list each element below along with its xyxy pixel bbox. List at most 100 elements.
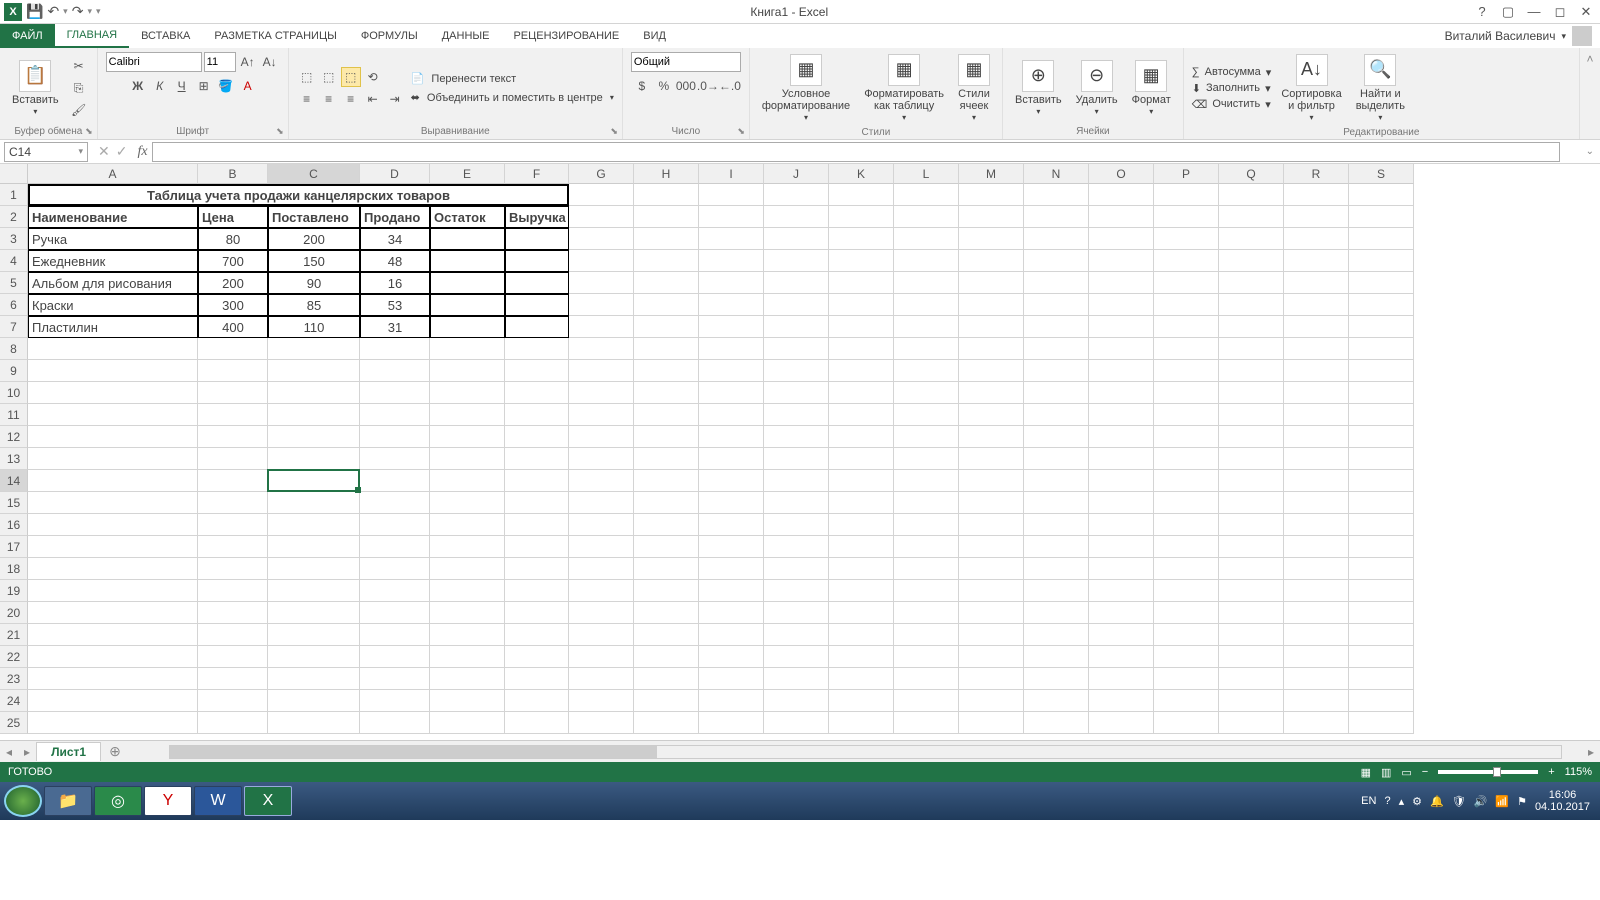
- cell-N25[interactable]: [1024, 712, 1089, 734]
- cell-O14[interactable]: [1089, 470, 1154, 492]
- cell-D8[interactable]: [360, 338, 430, 360]
- thousands-button[interactable]: 000: [676, 76, 696, 96]
- cell-A20[interactable]: [28, 602, 198, 624]
- cell-H23[interactable]: [634, 668, 699, 690]
- cell-F21[interactable]: [505, 624, 569, 646]
- sort-filter-button[interactable]: A↓Сортировка и фильтр▾: [1277, 52, 1345, 125]
- column-header-N[interactable]: N: [1024, 164, 1089, 184]
- cell-J12[interactable]: [764, 426, 829, 448]
- cell-J18[interactable]: [764, 558, 829, 580]
- cell-N8[interactable]: [1024, 338, 1089, 360]
- cell-E3[interactable]: [430, 228, 505, 250]
- cell-E17[interactable]: [430, 536, 505, 558]
- cell-I2[interactable]: [699, 206, 764, 228]
- cell-O20[interactable]: [1089, 602, 1154, 624]
- formula-bar[interactable]: [152, 142, 1560, 162]
- decrease-font-button[interactable]: A↓: [260, 52, 280, 72]
- cell-C9[interactable]: [268, 360, 360, 382]
- cell-C14[interactable]: [268, 470, 360, 492]
- cell-L3[interactable]: [894, 228, 959, 250]
- cell-G18[interactable]: [569, 558, 634, 580]
- cell-P2[interactable]: [1154, 206, 1219, 228]
- zoom-out-button[interactable]: −: [1422, 766, 1428, 778]
- cell-F14[interactable]: [505, 470, 569, 492]
- cell-C18[interactable]: [268, 558, 360, 580]
- cell-P20[interactable]: [1154, 602, 1219, 624]
- cell-P1[interactable]: [1154, 184, 1219, 206]
- cell-R15[interactable]: [1284, 492, 1349, 514]
- cell-K16[interactable]: [829, 514, 894, 536]
- cell-A22[interactable]: [28, 646, 198, 668]
- row-header-2[interactable]: 2: [0, 206, 28, 228]
- cell-B17[interactable]: [198, 536, 268, 558]
- cell-B4[interactable]: 700: [198, 250, 268, 272]
- cell-O6[interactable]: [1089, 294, 1154, 316]
- cell-R12[interactable]: [1284, 426, 1349, 448]
- cell-Q14[interactable]: [1219, 470, 1284, 492]
- tab-view[interactable]: ВИД: [631, 24, 678, 48]
- cell-Q8[interactable]: [1219, 338, 1284, 360]
- cell-R17[interactable]: [1284, 536, 1349, 558]
- cell-C2[interactable]: Поставлено: [268, 206, 360, 228]
- cell-M14[interactable]: [959, 470, 1024, 492]
- cell-L2[interactable]: [894, 206, 959, 228]
- cell-H8[interactable]: [634, 338, 699, 360]
- name-box[interactable]: C14▾: [4, 142, 88, 162]
- decrease-decimal-button[interactable]: ←.0: [720, 76, 740, 96]
- cell-P22[interactable]: [1154, 646, 1219, 668]
- clear-button[interactable]: ⌫ Очистить ▾: [1192, 98, 1272, 111]
- cell-L25[interactable]: [894, 712, 959, 734]
- cell-E12[interactable]: [430, 426, 505, 448]
- cell-O10[interactable]: [1089, 382, 1154, 404]
- cell-L11[interactable]: [894, 404, 959, 426]
- cell-B23[interactable]: [198, 668, 268, 690]
- align-top-button[interactable]: ⬚: [297, 67, 317, 87]
- cell-D11[interactable]: [360, 404, 430, 426]
- cell-B3[interactable]: 80: [198, 228, 268, 250]
- cell-H20[interactable]: [634, 602, 699, 624]
- increase-font-button[interactable]: A↑: [238, 52, 258, 72]
- cell-F20[interactable]: [505, 602, 569, 624]
- cell-I4[interactable]: [699, 250, 764, 272]
- column-header-G[interactable]: G: [569, 164, 634, 184]
- cell-K18[interactable]: [829, 558, 894, 580]
- cell-A12[interactable]: [28, 426, 198, 448]
- cell-P8[interactable]: [1154, 338, 1219, 360]
- cell-S3[interactable]: [1349, 228, 1414, 250]
- align-right-button[interactable]: ≡: [341, 89, 361, 109]
- tab-data[interactable]: ДАННЫЕ: [430, 24, 502, 48]
- cell-Q7[interactable]: [1219, 316, 1284, 338]
- cell-N16[interactable]: [1024, 514, 1089, 536]
- cell-Q2[interactable]: [1219, 206, 1284, 228]
- cell-E8[interactable]: [430, 338, 505, 360]
- increase-decimal-button[interactable]: .0→: [698, 76, 718, 96]
- cell-L16[interactable]: [894, 514, 959, 536]
- conditional-formatting-button[interactable]: ▦Условное форматирование▾: [758, 52, 854, 125]
- tray-icon-1[interactable]: ⚙: [1412, 795, 1422, 808]
- cell-C19[interactable]: [268, 580, 360, 602]
- cell-Q18[interactable]: [1219, 558, 1284, 580]
- delete-cells-button[interactable]: ⊖Удалить▾: [1072, 58, 1122, 119]
- cell-G1[interactable]: [569, 184, 634, 206]
- cell-A23[interactable]: [28, 668, 198, 690]
- cell-M10[interactable]: [959, 382, 1024, 404]
- cell-H3[interactable]: [634, 228, 699, 250]
- cell-F7[interactable]: [505, 316, 569, 338]
- cell-N12[interactable]: [1024, 426, 1089, 448]
- cell-R10[interactable]: [1284, 382, 1349, 404]
- cell-D4[interactable]: 48: [360, 250, 430, 272]
- cell-R8[interactable]: [1284, 338, 1349, 360]
- cell-B5[interactable]: 200: [198, 272, 268, 294]
- cell-M5[interactable]: [959, 272, 1024, 294]
- cell-N13[interactable]: [1024, 448, 1089, 470]
- view-page-layout-button[interactable]: ▥: [1381, 766, 1391, 779]
- cell-S7[interactable]: [1349, 316, 1414, 338]
- column-header-L[interactable]: L: [894, 164, 959, 184]
- cell-L23[interactable]: [894, 668, 959, 690]
- format-as-table-button[interactable]: ▦Форматировать как таблицу▾: [860, 52, 948, 125]
- cell-P23[interactable]: [1154, 668, 1219, 690]
- cell-R11[interactable]: [1284, 404, 1349, 426]
- cell-M7[interactable]: [959, 316, 1024, 338]
- cell-H1[interactable]: [634, 184, 699, 206]
- cell-O18[interactable]: [1089, 558, 1154, 580]
